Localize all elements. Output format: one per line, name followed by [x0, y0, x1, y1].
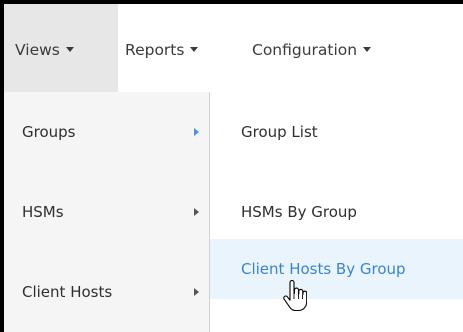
menu-item-groups[interactable]: Groups — [4, 92, 209, 172]
top-navbar: Views Reports Configuration — [4, 4, 463, 96]
caret-down-icon — [363, 47, 372, 52]
caret-down-icon — [190, 47, 199, 52]
nav-reports[interactable]: Reports — [125, 4, 199, 96]
app-frame: Views Reports Configuration Groups HSMs … — [4, 4, 463, 332]
views-dropdown-menu: Groups HSMs Client Hosts — [4, 92, 210, 332]
chevron-right-icon — [194, 208, 199, 216]
submenu-item-hsms-by-group[interactable]: HSMs By Group — [210, 182, 463, 242]
menu-item-client-hosts[interactable]: Client Hosts — [4, 252, 209, 332]
submenu-item-label: HSMs By Group — [241, 203, 357, 221]
nav-views[interactable]: Views — [4, 4, 118, 96]
chevron-right-icon — [194, 288, 199, 296]
submenu-item-client-hosts-by-group[interactable]: Client Hosts By Group — [210, 239, 463, 299]
submenu-item-label: Group List — [241, 123, 318, 141]
chevron-right-icon — [194, 128, 199, 136]
nav-configuration-label: Configuration — [252, 41, 358, 59]
hand-pointer-icon — [283, 280, 307, 312]
menu-item-label: Groups — [22, 123, 76, 141]
groups-submenu: Group List HSMs By Group Client Hosts By… — [210, 92, 463, 332]
caret-down-icon — [65, 47, 74, 52]
nav-configuration[interactable]: Configuration — [252, 4, 372, 96]
menu-item-label: Client Hosts — [22, 283, 113, 301]
nav-reports-label: Reports — [125, 41, 185, 59]
menu-item-hsms[interactable]: HSMs — [4, 172, 209, 252]
submenu-item-group-list[interactable]: Group List — [210, 102, 463, 162]
submenu-item-label: Client Hosts By Group — [241, 260, 406, 278]
nav-views-label: Views — [15, 41, 60, 59]
menu-item-label: HSMs — [22, 203, 64, 221]
